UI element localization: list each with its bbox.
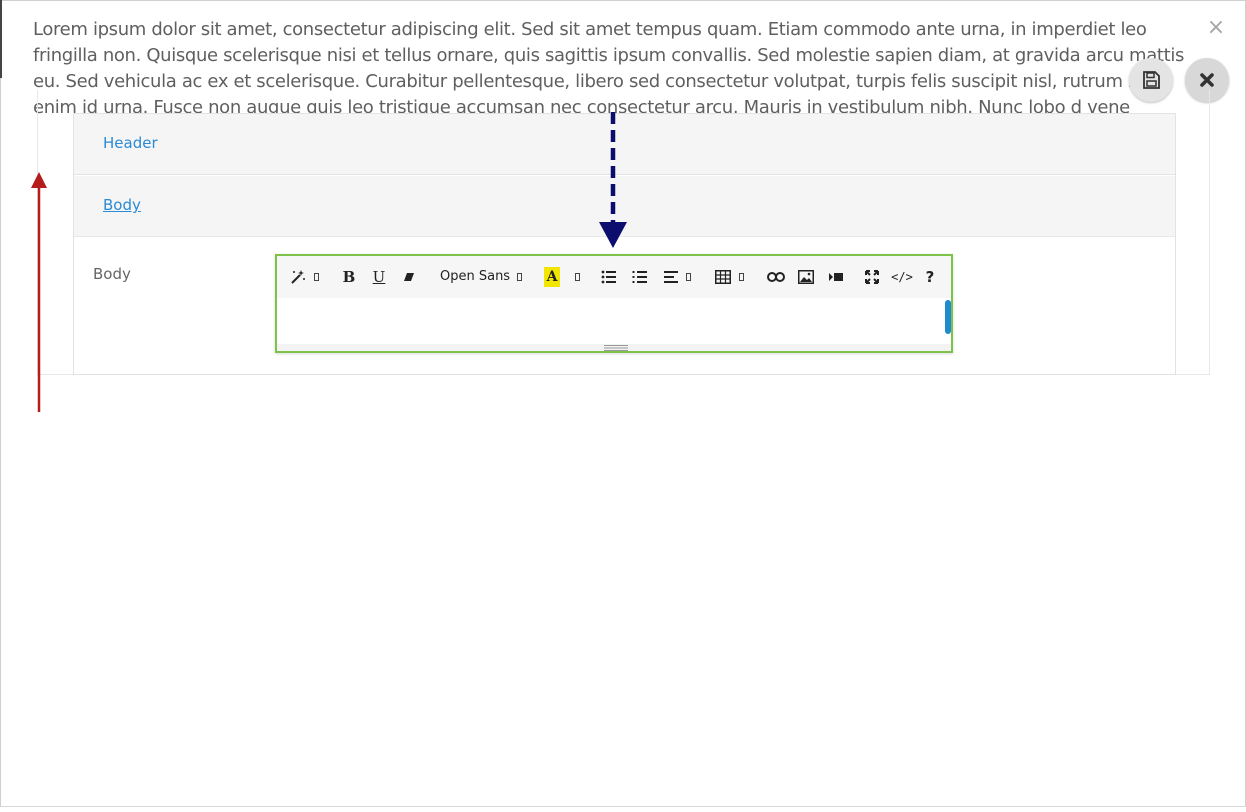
table-icon[interactable] — [714, 267, 732, 287]
accordion-header-section[interactable]: Header — [74, 114, 1175, 175]
eraser-icon[interactable] — [401, 267, 417, 287]
style-dropdown-caret-icon[interactable] — [314, 273, 319, 281]
top-border — [0, 0, 1246, 1]
highlight-color-icon[interactable]: A — [544, 267, 560, 287]
header-link[interactable]: Header — [103, 134, 158, 152]
align-icon[interactable] — [663, 267, 679, 287]
bottom-border — [0, 806, 1246, 807]
body-link[interactable]: Body — [103, 196, 141, 214]
ordered-list-icon[interactable] — [632, 267, 648, 287]
table-dropdown-caret-icon[interactable] — [739, 273, 744, 281]
editor-scrollbar[interactable] — [945, 300, 951, 334]
left-edge-marker — [0, 0, 2, 78]
body-field-label: Body — [93, 265, 131, 283]
bold-icon[interactable]: B — [341, 267, 357, 287]
magic-wand-icon[interactable] — [289, 267, 307, 287]
fullscreen-icon[interactable] — [864, 267, 880, 287]
close-icon[interactable]: × — [1206, 17, 1226, 39]
unordered-list-icon[interactable] — [601, 267, 617, 287]
accordion-body-section[interactable]: Body — [74, 176, 1175, 237]
color-dropdown-caret-icon[interactable] — [575, 273, 580, 281]
video-icon[interactable] — [827, 267, 845, 287]
image-icon[interactable] — [797, 267, 815, 287]
x-icon — [1200, 73, 1214, 87]
font-dropdown-caret-icon[interactable] — [517, 273, 522, 281]
font-family-dropdown[interactable]: Open Sans — [440, 269, 510, 284]
align-dropdown-caret-icon[interactable] — [686, 273, 691, 281]
editor-content-area[interactable] — [277, 298, 951, 344]
code-view-icon[interactable]: </> — [890, 267, 914, 287]
floppy-disk-icon — [1143, 71, 1160, 89]
editor-toolbar: B U Open Sans A </> ? — [277, 256, 951, 298]
resize-handle-icon[interactable] — [604, 345, 628, 351]
rich-text-editor[interactable]: B U Open Sans A </> ? — [275, 254, 953, 353]
underline-icon[interactable]: U — [371, 267, 387, 287]
link-icon[interactable] — [767, 267, 785, 287]
help-icon[interactable]: ? — [923, 267, 937, 287]
